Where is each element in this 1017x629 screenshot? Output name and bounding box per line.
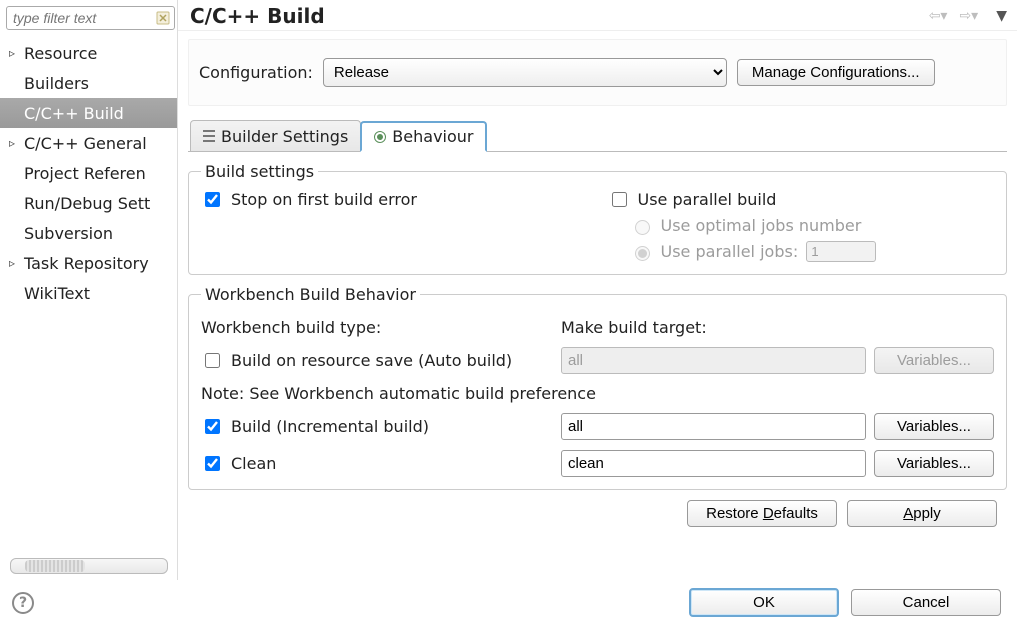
auto-build-target-input [561, 347, 866, 374]
stop-on-first-error-input[interactable] [205, 192, 220, 207]
checkbox-label: Clean [231, 454, 276, 473]
use-optimal-jobs-input [635, 220, 650, 235]
checkbox-label: Stop on first build error [231, 190, 417, 209]
main: C/C++ Build ⇦▾ ⇨▾ ▼ Configuration: Relea… [178, 0, 1017, 580]
ok-button[interactable]: OK [689, 588, 839, 617]
sidebar: ▹ Resource Builders C/C++ Build ▹ C/C++ … [0, 0, 178, 580]
tab-label: Builder Settings [221, 127, 348, 146]
nav-label: Resource [18, 44, 97, 63]
tab-label: Behaviour [392, 127, 473, 146]
checkbox-label: Use parallel build [638, 190, 777, 209]
clean-input[interactable] [205, 456, 220, 471]
back-icon[interactable]: ⇦▾ [929, 8, 948, 24]
dialog-footer: ? OK Cancel [0, 580, 1017, 629]
incremental-build-variables-button[interactable]: Variables... [874, 413, 994, 440]
nav-tree: ▹ Resource Builders C/C++ Build ▹ C/C++ … [0, 34, 177, 556]
history-nav: ⇦▾ ⇨▾ ▼ [929, 8, 1007, 24]
clear-filter-icon[interactable] [155, 10, 171, 26]
tabs: Builder Settings Behaviour [188, 120, 1007, 152]
build-settings-legend: Build settings [201, 162, 318, 181]
restore-defaults-button[interactable]: Restore Defaults [687, 500, 837, 527]
nav-label: Task Repository [18, 254, 149, 273]
build-settings-group: Build settings Stop on first build error [188, 162, 1007, 275]
parallel-jobs-spinner [806, 241, 876, 262]
incremental-build-checkbox[interactable]: Build (Incremental build) [201, 416, 553, 437]
page-title: C/C++ Build [190, 4, 929, 28]
clean-target-input[interactable] [561, 450, 866, 477]
stop-on-first-error-checkbox[interactable]: Stop on first build error [201, 189, 588, 210]
workbench-build-behavior-group: Workbench Build Behavior Workbench build… [188, 285, 1007, 490]
nav-item-builders[interactable]: Builders [0, 68, 177, 98]
checkbox-label: Build on resource save (Auto build) [231, 351, 512, 370]
nav-item-project-references[interactable]: Project Referen [0, 158, 177, 188]
nav-label: Project Referen [18, 164, 146, 183]
configuration-bar: Configuration: Release Manage Configurat… [188, 39, 1007, 106]
tab-behaviour[interactable]: Behaviour [360, 121, 487, 152]
nav-item-ccpp-build[interactable]: C/C++ Build [0, 98, 177, 128]
cancel-button[interactable]: Cancel [851, 589, 1001, 616]
nav-label: WikiText [18, 284, 90, 303]
view-menu-icon[interactable]: ▼ [996, 8, 1007, 24]
nav-item-run-debug-settings[interactable]: Run/Debug Sett [0, 188, 177, 218]
nav-label: Subversion [18, 224, 113, 243]
clean-checkbox[interactable]: Clean [201, 453, 553, 474]
configuration-select[interactable]: Release [323, 58, 727, 87]
nav-item-resource[interactable]: ▹ Resource [0, 38, 177, 68]
nav-item-subversion[interactable]: Subversion [0, 218, 177, 248]
incremental-build-input[interactable] [205, 419, 220, 434]
sidebar-hscroll[interactable] [10, 558, 168, 574]
use-optimal-jobs-radio: Use optimal jobs number [608, 216, 995, 235]
use-parallel-build-input[interactable] [612, 192, 627, 207]
expand-icon[interactable]: ▹ [6, 136, 18, 150]
forward-icon[interactable]: ⇨▾ [959, 8, 978, 24]
auto-build-note: Note: See Workbench automatic build pref… [201, 384, 994, 403]
nav-item-ccpp-general[interactable]: ▹ C/C++ General [0, 128, 177, 158]
auto-build-variables-button: Variables... [874, 347, 994, 374]
help-icon[interactable]: ? [12, 592, 34, 614]
radio-label: Use parallel jobs: [661, 242, 799, 261]
manage-configurations-button[interactable]: Manage Configurations... [737, 59, 935, 86]
expand-icon[interactable]: ▹ [6, 256, 18, 270]
use-parallel-build-checkbox[interactable]: Use parallel build [608, 189, 995, 210]
workbench-legend: Workbench Build Behavior [201, 285, 420, 304]
configuration-label: Configuration: [199, 63, 313, 82]
tab-builder-settings[interactable]: Builder Settings [190, 120, 361, 151]
expand-icon[interactable]: ▹ [6, 46, 18, 60]
auto-build-input[interactable] [205, 353, 220, 368]
list-icon [203, 130, 215, 142]
clean-variables-button[interactable]: Variables... [874, 450, 994, 477]
nav-label: C/C++ Build [18, 104, 124, 123]
nav-item-task-repository[interactable]: ▹ Task Repository [0, 248, 177, 278]
checkbox-label: Build (Incremental build) [231, 417, 429, 436]
incremental-build-target-input[interactable] [561, 413, 866, 440]
use-parallel-jobs-radio: Use parallel jobs: [608, 241, 995, 262]
nav-label: Run/Debug Sett [18, 194, 150, 213]
nav-label: C/C++ General [18, 134, 147, 153]
apply-button[interactable]: Apply [847, 500, 997, 527]
workbench-col1-header: Workbench build type: [201, 318, 553, 337]
nav-label: Builders [18, 74, 89, 93]
filter-input[interactable] [6, 6, 175, 30]
radio-label: Use optimal jobs number [661, 216, 862, 235]
nav-item-wikitext[interactable]: WikiText [0, 278, 177, 308]
auto-build-checkbox[interactable]: Build on resource save (Auto build) [201, 350, 553, 371]
use-parallel-jobs-input [635, 246, 650, 261]
workbench-col2-header: Make build target: [561, 318, 866, 337]
radio-icon [374, 131, 386, 143]
